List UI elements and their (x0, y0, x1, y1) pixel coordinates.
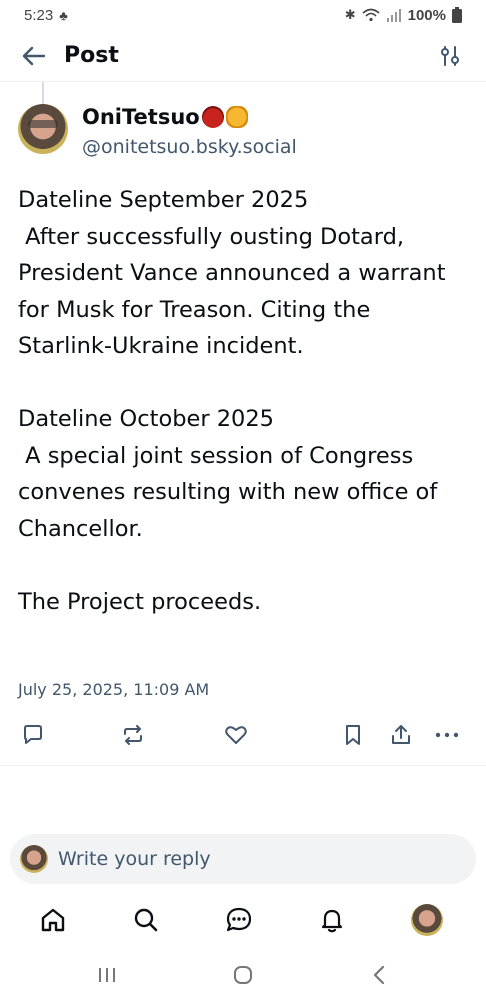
chat-icon (226, 907, 252, 932)
tab-chat[interactable] (222, 903, 256, 937)
post-timestamp[interactable]: July 25, 2025, 11:09 AM (18, 680, 209, 699)
system-back-button[interactable] (364, 960, 394, 990)
reply-button[interactable] (18, 720, 48, 750)
bookmark-icon (346, 725, 360, 745)
post-text: Dateline September 2025 After successful… (18, 182, 470, 620)
reply-placeholder[interactable]: Write your reply (58, 848, 211, 870)
home-circle-icon (234, 966, 252, 984)
recents-button[interactable] (92, 960, 122, 990)
page-title: Post (64, 43, 119, 68)
bookmark-button[interactable] (338, 720, 368, 750)
repost-button[interactable] (118, 720, 148, 750)
system-home-button[interactable] (228, 960, 258, 990)
tab-home[interactable] (36, 903, 70, 937)
reply-composer[interactable]: Write your reply (10, 834, 476, 884)
paragraph-1-line-1: Dateline September 2025 (18, 187, 309, 213)
wifi-icon (362, 8, 380, 22)
back-arrow-icon (22, 46, 46, 65)
tab-notifications[interactable] (315, 903, 349, 937)
top-bar: Post (0, 30, 486, 82)
tab-search[interactable] (129, 903, 163, 937)
profile-avatar (411, 904, 443, 936)
search-icon (134, 908, 158, 932)
display-name-text: OniTetsuo (82, 105, 200, 129)
share-button[interactable] (386, 720, 416, 750)
sliders-icon (441, 46, 459, 66)
divider (0, 765, 486, 766)
notification-icon: ♣ (59, 7, 68, 23)
paragraph-3: The Project proceeds. (18, 588, 262, 615)
thread-connector-line (42, 82, 44, 104)
paragraph-2-body: A special joint session of Congress conv… (18, 442, 445, 542)
battery-icon (452, 7, 462, 23)
author-handle[interactable]: @onitetsuo.bsky.social (82, 136, 297, 158)
status-bar: 5:23 ♣ ✱ 100% (0, 0, 486, 30)
share-icon (392, 725, 410, 744)
reply-icon (24, 725, 42, 744)
raised-fist-emoji (225, 106, 248, 128)
back-button[interactable] (14, 36, 54, 76)
home-icon (41, 908, 65, 932)
author-avatar[interactable] (18, 104, 68, 154)
author-display-name[interactable]: OniTetsuo (82, 104, 297, 130)
like-icon (225, 726, 247, 744)
thread-options-button[interactable] (434, 40, 466, 72)
bluetooth-icon: ✱ (344, 7, 356, 22)
more-icon (435, 732, 459, 738)
notifications-icon (321, 909, 343, 933)
post-author[interactable]: OniTetsuo @onitetsuo.bsky.social (18, 104, 297, 158)
signal-icon (386, 9, 401, 22)
my-avatar (20, 845, 48, 873)
recents-icon (99, 968, 115, 982)
post-actions (18, 720, 466, 750)
system-navigation-bar (0, 950, 486, 1000)
more-button[interactable] (432, 720, 462, 750)
tab-profile[interactable] (410, 903, 444, 937)
paragraph-1-body: After successfully ousting Dotard, Presi… (18, 223, 453, 360)
status-time: 5:23 (24, 6, 54, 24)
like-button[interactable] (221, 720, 251, 750)
paragraph-2-line-1: Dateline October 2025 (18, 406, 274, 432)
ogre-emoji (201, 106, 224, 128)
back-icon (373, 965, 385, 985)
bottom-tab-bar (0, 895, 486, 945)
battery-level: 100% (407, 6, 446, 24)
repost-icon (124, 725, 142, 745)
